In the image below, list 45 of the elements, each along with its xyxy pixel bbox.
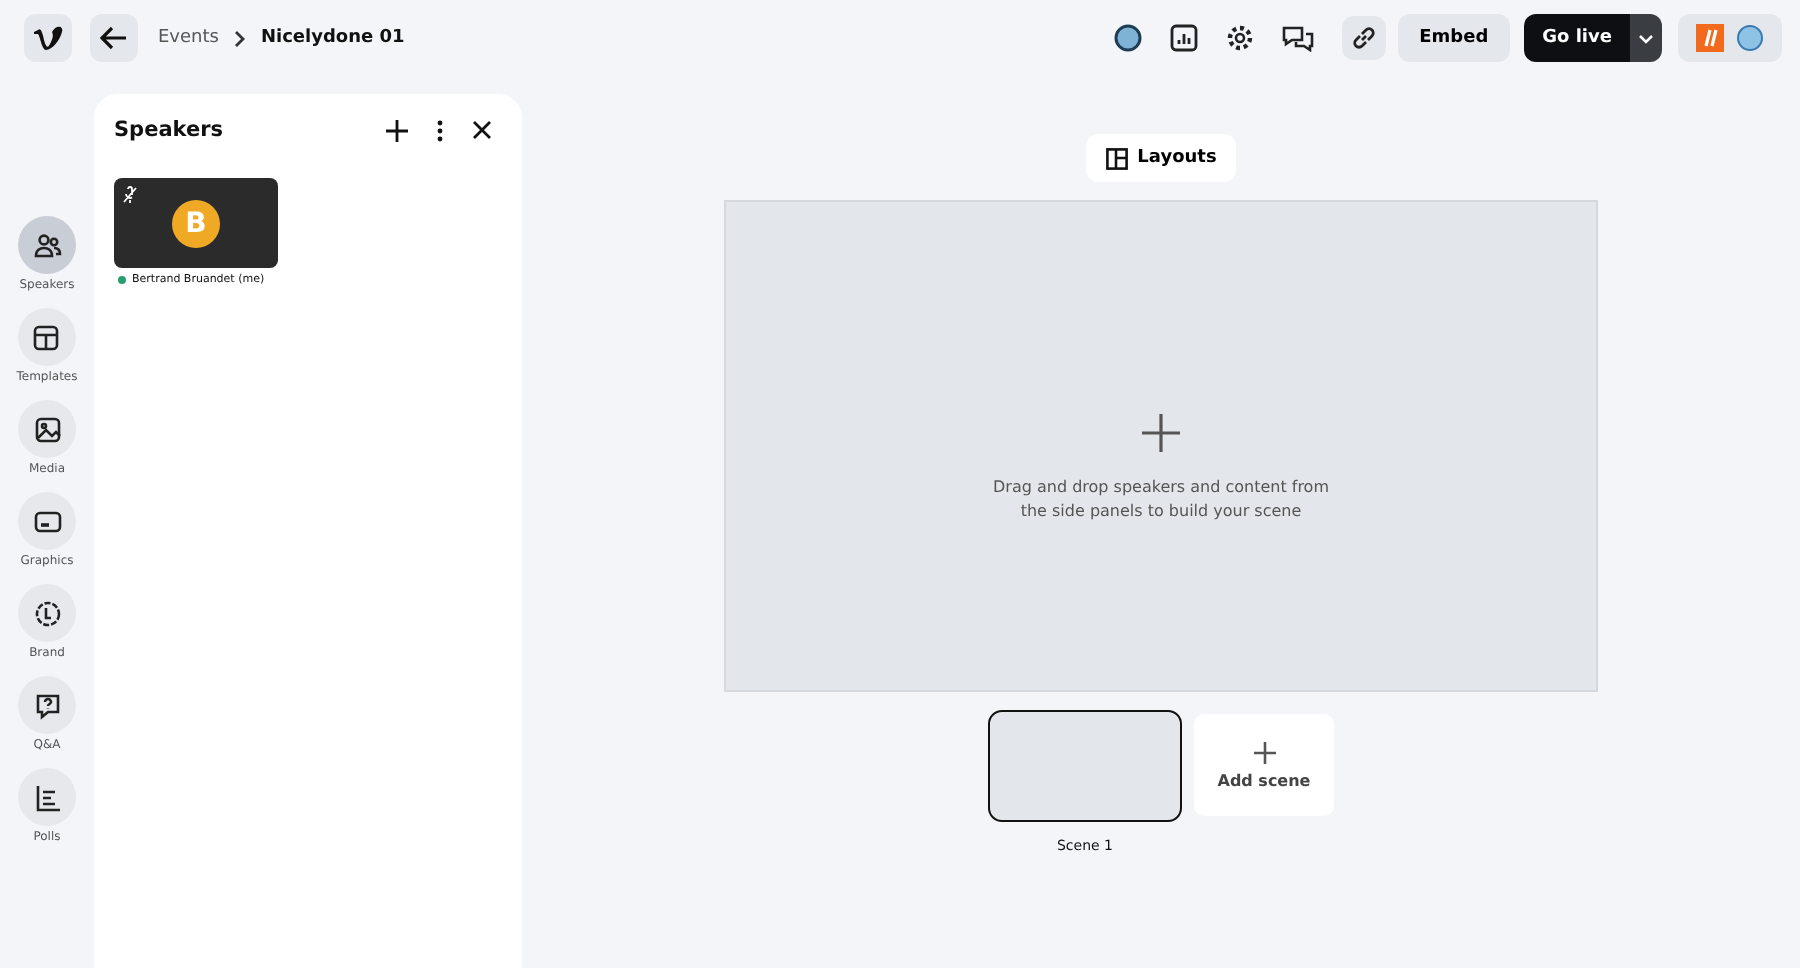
- plus-icon: [1142, 413, 1180, 451]
- status-circle-icon[interactable]: [1113, 24, 1142, 52]
- image-icon: [33, 415, 61, 443]
- people-icon: [33, 231, 61, 259]
- media-button[interactable]: [18, 400, 76, 458]
- vimeo-logo-icon[interactable]: [24, 14, 72, 62]
- brand-button[interactable]: [18, 584, 76, 642]
- avatar-initial: B: [172, 199, 220, 247]
- embed-button[interactable]: Embed: [1397, 14, 1511, 62]
- chevron-right-icon: [234, 29, 247, 47]
- dropdown-button[interactable]: [1630, 14, 1662, 62]
- panel-title: Speakers: [114, 118, 224, 142]
- letter-circle-icon: [33, 599, 61, 627]
- caret-icon: [1638, 33, 1654, 43]
- add-scene-button[interactable]: Add scene: [1194, 714, 1334, 816]
- graphics-button[interactable]: [18, 492, 76, 550]
- polls-button[interactable]: [18, 768, 76, 826]
- canvas-hint: Drag and drop speakers and content from the side panels to build your scene: [991, 475, 1331, 523]
- chat-bubbles-icon[interactable]: [1281, 24, 1314, 52]
- event-title: Nicelydone 01: [260, 28, 405, 48]
- back-button[interactable]: [90, 14, 138, 62]
- more-icon[interactable]: [436, 119, 444, 141]
- templates-button[interactable]: [17, 308, 76, 366]
- screen-icon: [33, 507, 61, 535]
- settings-icon[interactable]: [1225, 24, 1254, 52]
- link-button[interactable]: [1341, 16, 1386, 60]
- question-bubble-icon: [33, 691, 61, 719]
- go-live-button[interactable]: Go live: [1524, 14, 1630, 62]
- qa-button[interactable]: [18, 676, 76, 734]
- avatar-icon[interactable]: [1736, 24, 1764, 52]
- add-icon[interactable]: [386, 119, 408, 141]
- layout-icon: [32, 323, 61, 351]
- chart-icon[interactable]: [1169, 24, 1198, 52]
- back-arrow-icon: [100, 26, 128, 50]
- bar-list-icon: [33, 783, 61, 811]
- layout-icon: [1105, 147, 1128, 169]
- layouts-button[interactable]: Layouts: [1085, 134, 1237, 182]
- scene-thumbnail[interactable]: [988, 710, 1182, 822]
- app-logo-icon[interactable]: [1696, 24, 1724, 52]
- speakers-button[interactable]: [18, 216, 76, 274]
- link-icon: [1349, 24, 1378, 52]
- breadcrumb-link[interactable]: Events: [158, 28, 219, 48]
- close-icon[interactable]: [472, 120, 492, 140]
- online-dot: [118, 276, 126, 284]
- plus-icon: [1253, 741, 1275, 763]
